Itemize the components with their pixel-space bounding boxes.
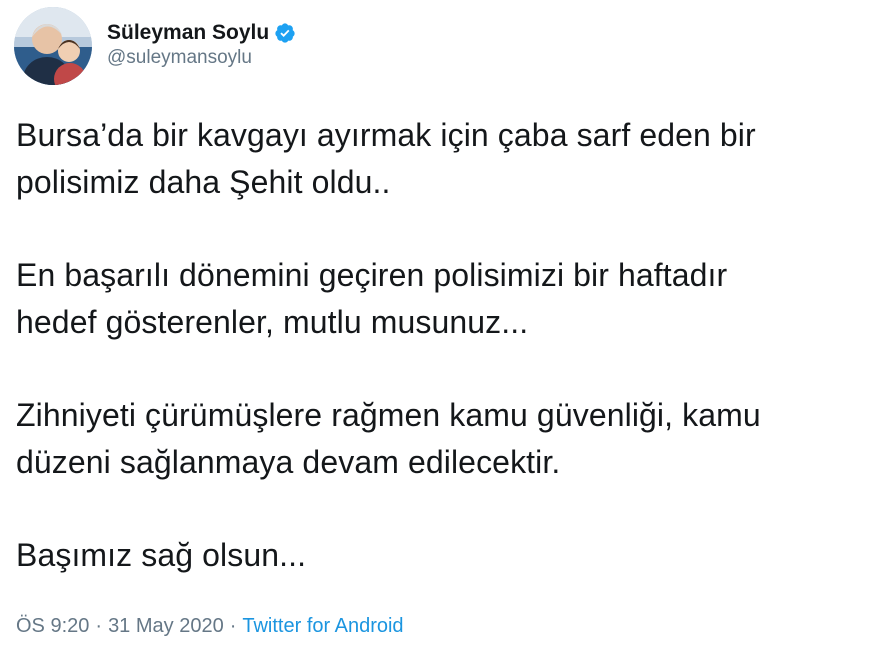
meta-separator: · xyxy=(95,615,103,637)
user-names: Süleyman Soylu @suleymansoylu xyxy=(107,21,296,71)
verified-badge-icon xyxy=(274,22,296,44)
tweet-card: Süleyman Soylu @suleymansoylu Bursa’da b… xyxy=(0,0,880,655)
name-row: Süleyman Soylu xyxy=(107,21,296,45)
tweet-paragraph: Bursa’da bir kavgayı ayırmak için çaba s… xyxy=(16,117,756,200)
meta-separator: · xyxy=(229,615,237,637)
tweet-paragraph: Zihniyeti çürümüşlere rağmen kamu güvenl… xyxy=(16,397,761,480)
tweet-paragraph: Başımız sağ olsun... xyxy=(16,537,307,573)
avatar-image xyxy=(14,7,92,85)
display-name[interactable]: Süleyman Soylu xyxy=(107,21,269,45)
avatar[interactable] xyxy=(14,7,92,85)
user-handle[interactable]: @suleymansoylu xyxy=(107,45,296,71)
tweet-date[interactable]: 31 May 2020 xyxy=(108,615,224,637)
tweet-source-link[interactable]: Twitter for Android xyxy=(242,615,403,637)
tweet-paragraph: En başarılı dönemini geçiren polisimizi … xyxy=(16,257,728,340)
tweet-time[interactable]: ÖS 9:20 xyxy=(16,615,89,637)
tweet-header: Süleyman Soylu @suleymansoylu xyxy=(14,7,296,85)
tweet-text: Bursa’da bir kavgayı ayırmak için çaba s… xyxy=(16,112,866,579)
tweet-metadata: ÖS 9:20 · 31 May 2020 · Twitter for Android xyxy=(16,611,404,641)
